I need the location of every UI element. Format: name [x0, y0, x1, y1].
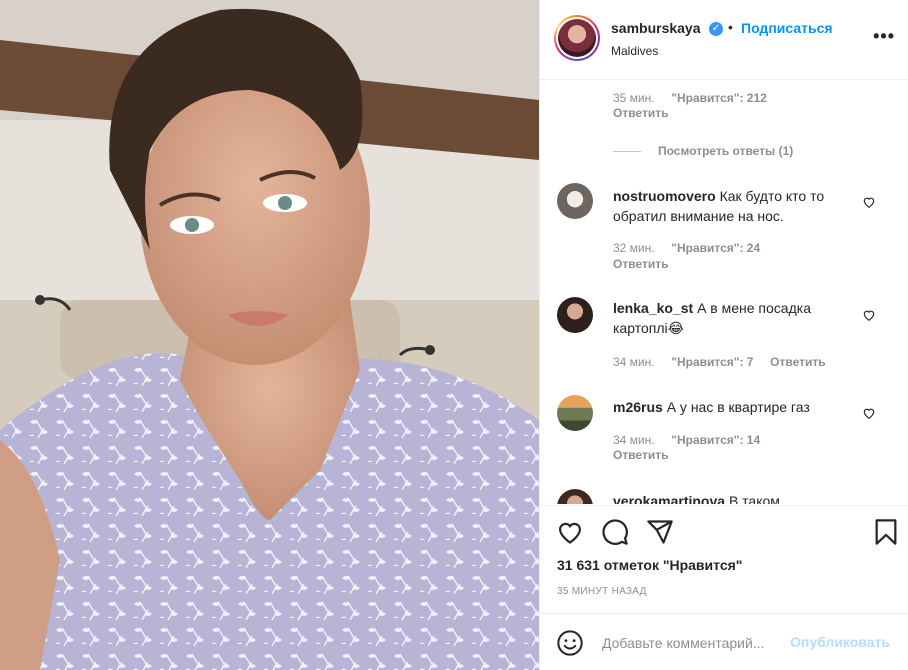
commenter-username[interactable]: verokamartinova [613, 493, 725, 504]
comment-text: А у нас в квартире газ [666, 399, 810, 415]
comment-body: m26rus А у нас в квартире газ [613, 397, 868, 417]
share-icon[interactable] [646, 518, 674, 546]
commenter-username[interactable]: m26rus [613, 399, 663, 415]
comment-likes[interactable]: "Нравится": 7 [671, 355, 753, 369]
comment-body: nostruomovero Как будто кто то обратил в… [613, 186, 868, 226]
post-sidebar: samburskaya ✓ • Подписаться Maldives •••… [539, 0, 908, 670]
like-comment-heart-icon[interactable] [862, 195, 876, 209]
commenter-avatar[interactable] [557, 183, 593, 219]
commenter-avatar[interactable] [557, 395, 593, 431]
reply-button[interactable]: Ответить [613, 448, 668, 462]
comment-body: verokamartinova В таком [613, 491, 868, 504]
smile-icon[interactable] [556, 629, 584, 657]
separator-dot: • [728, 19, 733, 35]
commenter-avatar[interactable] [557, 297, 593, 333]
comment-time: 34 мин. [613, 355, 655, 369]
publish-button[interactable]: Опубликовать [790, 634, 890, 650]
divider-line [613, 150, 641, 152]
action-bar [540, 505, 908, 545]
add-comment-bar: Опубликовать [540, 613, 908, 670]
post-image [0, 0, 539, 670]
reply-button[interactable]: Ответить [613, 106, 668, 120]
comment-likes[interactable]: "Нравится": 212 [671, 91, 767, 105]
comment-input[interactable] [602, 632, 792, 654]
post-header: samburskaya ✓ • Подписаться Maldives ••• [540, 0, 908, 80]
comment-body: lenka_ko_st А в мене посадка картоплі😂 [613, 298, 868, 338]
post-timestamp[interactable]: 35 МИНУТ НАЗАД [557, 586, 647, 597]
comment-text: В таком [728, 493, 780, 504]
more-options-icon[interactable]: ••• [873, 26, 895, 47]
post-location[interactable]: Maldives [611, 44, 658, 58]
post-photo[interactable] [0, 0, 539, 670]
verified-icon: ✓ [709, 22, 723, 36]
reply-button[interactable]: Ответить [770, 355, 825, 369]
bookmark-icon[interactable] [872, 518, 900, 546]
reply-button[interactable]: Ответить [613, 257, 668, 271]
comment-likes[interactable]: "Нравится": 24 [671, 241, 760, 255]
commenter-avatar[interactable] [557, 489, 593, 504]
comment-time: 32 мин. [613, 241, 655, 255]
likes-count[interactable]: 31 631 отметок "Нравится" [557, 557, 742, 573]
comment-meta: 34 мин. "Нравится": 7 Ответить [613, 355, 826, 369]
comment-likes[interactable]: "Нравится": 14 [671, 433, 760, 447]
commenter-username[interactable]: lenka_ko_st [613, 300, 693, 316]
like-comment-heart-icon[interactable] [862, 406, 876, 420]
author-avatar[interactable] [554, 15, 600, 61]
comment-meta: 32 мин. "Нравится": 24 [613, 241, 760, 255]
author-username[interactable]: samburskaya [611, 20, 701, 36]
comments-list[interactable]: 35 мин. "Нравится": 212 Ответить Посмотр… [540, 81, 908, 504]
view-replies-label: Посмотреть ответы (1) [658, 144, 794, 158]
view-replies-button[interactable]: Посмотреть ответы (1) [613, 144, 793, 158]
comment-meta: 34 мин. "Нравится": 14 [613, 433, 760, 447]
comment-meta: 35 мин. "Нравится": 212 [613, 91, 767, 105]
comment-time: 34 мин. [613, 433, 655, 447]
heart-icon[interactable] [556, 518, 584, 546]
follow-button[interactable]: Подписаться [741, 20, 833, 36]
comment-icon[interactable] [601, 518, 629, 546]
like-comment-heart-icon[interactable] [862, 308, 876, 322]
comment-time: 35 мин. [613, 91, 655, 105]
commenter-username[interactable]: nostruomovero [613, 188, 716, 204]
